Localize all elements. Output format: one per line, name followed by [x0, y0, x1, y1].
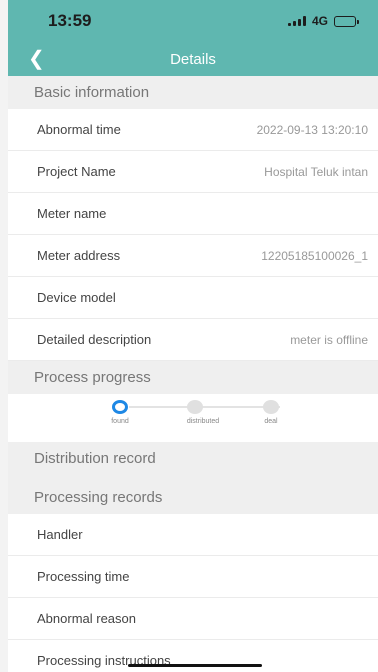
page-title: Details — [170, 50, 216, 68]
home-indicator — [128, 664, 262, 667]
progress-stepper: found distributed deal — [8, 394, 378, 442]
network-type: 4G — [311, 14, 328, 28]
signal-icon — [287, 16, 306, 26]
info-row-processing-instructions: Processing instructions — [8, 640, 378, 672]
info-row-handler: Handler — [8, 514, 378, 556]
row-value: 12205185100026_1 — [261, 248, 368, 263]
section-process-progress: Process progress — [8, 361, 378, 394]
row-label: Processing time — [37, 569, 130, 584]
info-row-device-model: Device model — [8, 277, 378, 319]
step-found-icon — [112, 400, 128, 414]
row-label: Detailed description — [37, 332, 152, 347]
info-row-meter-address: Meter address 12205185100026_1 — [8, 235, 378, 277]
status-bar: 13:59 4G — [8, 0, 378, 42]
nav-bar: ❮ Details — [8, 42, 378, 76]
processing-list: Handler Processing time Abnormal reason … — [8, 514, 378, 672]
info-row-abnormal-time: Abnormal time 2022-09-13 13:20:10 — [8, 109, 378, 151]
info-row-project-name: Project Name Hospital Teluk intan — [8, 151, 378, 193]
chevron-left-icon[interactable]: ❮ — [28, 49, 45, 69]
info-row-processing-time: Processing time — [8, 556, 378, 598]
status-time: 13:59 — [48, 11, 92, 30]
section-distribution-record: Distribution record — [8, 442, 378, 475]
step-deal-icon — [263, 400, 279, 414]
phone-screen: 13:59 4G ❮ Details Basic information Abn… — [8, 0, 378, 672]
row-value: 2022-09-13 13:20:10 — [256, 122, 368, 137]
step-label-deal: deal — [264, 418, 278, 425]
row-label: Handler — [37, 527, 83, 542]
basic-info-list: Abnormal time 2022-09-13 13:20:10 Projec… — [8, 109, 378, 361]
section-processing-records: Processing records — [8, 481, 378, 514]
battery-icon — [334, 15, 359, 27]
row-value: meter is offline — [290, 332, 368, 347]
row-label: Project Name — [37, 164, 116, 179]
row-label: Device model — [37, 290, 116, 305]
row-value: Hospital Teluk intan — [264, 164, 368, 179]
status-indicators: 4G — [287, 14, 359, 28]
row-label: Abnormal time — [37, 122, 121, 137]
step-label-distributed: distributed — [186, 418, 220, 425]
row-label: Meter address — [37, 248, 121, 263]
info-row-detailed-description: Detailed description meter is offline — [8, 319, 378, 361]
info-row-meter-name: Meter name — [8, 193, 378, 235]
row-label: Abnormal reason — [37, 611, 136, 626]
row-label: Meter name — [37, 206, 107, 221]
step-label-found: found — [111, 418, 129, 425]
info-row-abnormal-reason: Abnormal reason — [8, 598, 378, 640]
step-distributed-icon — [187, 400, 203, 414]
section-basic-information: Basic information — [8, 76, 378, 109]
